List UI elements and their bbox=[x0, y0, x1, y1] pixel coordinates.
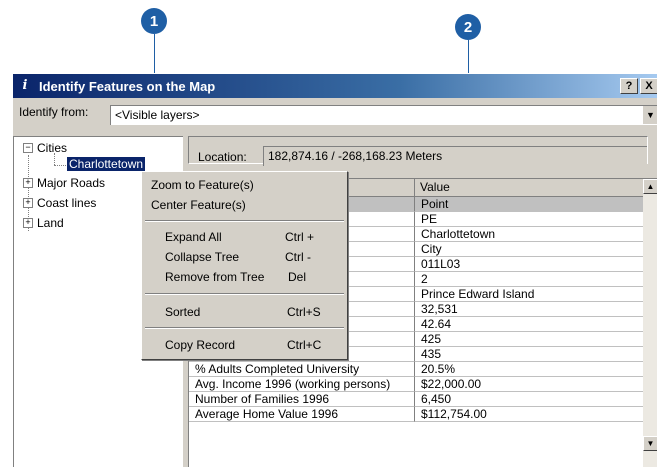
menu-separator bbox=[145, 220, 344, 222]
menu-item-remove-from-tree[interactable]: Remove from Tree Del bbox=[143, 267, 346, 287]
tree-item-label: Charlottetown bbox=[67, 157, 146, 171]
menu-item-shortcut: Ctrl - bbox=[285, 250, 311, 264]
value-cell: 011L03 bbox=[415, 257, 644, 272]
menu-item-sorted[interactable]: Sorted Ctrl+S bbox=[143, 302, 346, 322]
value-cell: PE bbox=[415, 212, 644, 227]
menu-item-shortcut: Del bbox=[288, 270, 307, 284]
field-cell: Average Home Value 1996 bbox=[189, 407, 415, 422]
help-button[interactable]: ? bbox=[620, 78, 638, 94]
tree-item-cities[interactable]: − Cities bbox=[23, 141, 67, 155]
identify-from-label: Identify from: bbox=[19, 105, 89, 119]
value-cell: $112,754.00 bbox=[415, 407, 644, 422]
menu-item-label: Zoom to Feature(s) bbox=[151, 178, 254, 192]
tree-item-coast-lines[interactable]: + Coast lines bbox=[23, 196, 96, 210]
menu-item-label: Collapse Tree bbox=[165, 250, 240, 264]
menu-item-shortcut: Ctrl+C bbox=[287, 338, 322, 352]
value-cell: 2 bbox=[415, 272, 644, 287]
field-cell: % Adults Completed University bbox=[189, 362, 415, 377]
location-label: Location: bbox=[198, 150, 247, 164]
value-column-header[interactable]: Value bbox=[415, 179, 644, 197]
field-cell: Number of Families 1996 bbox=[189, 392, 415, 407]
menu-item-shortcut: Ctrl + bbox=[285, 230, 315, 244]
window-title: Identify Features on the Map bbox=[39, 78, 216, 94]
menu-item-collapse-tree[interactable]: Collapse Tree Ctrl - bbox=[143, 247, 346, 267]
collapse-icon[interactable]: − bbox=[23, 143, 33, 153]
identify-from-value: <Visible layers> bbox=[115, 108, 200, 122]
menu-item-label: Expand All bbox=[165, 230, 222, 244]
tree-item-label: Land bbox=[37, 216, 64, 230]
expand-icon[interactable]: + bbox=[23, 178, 33, 188]
value-cell: City bbox=[415, 242, 644, 257]
menu-item-label: Remove from Tree bbox=[165, 270, 265, 284]
table-row[interactable]: Average Home Value 1996 $112,754.00 bbox=[189, 407, 644, 422]
menu-separator bbox=[145, 293, 344, 295]
tree-item-land[interactable]: + Land bbox=[23, 216, 64, 230]
menu-item-label: Center Feature(s) bbox=[151, 198, 246, 212]
tree-item-charlottetown[interactable]: Charlottetown bbox=[67, 157, 146, 171]
menu-item-zoom-to-features[interactable]: Zoom to Feature(s) bbox=[143, 175, 346, 195]
menu-item-expand-all[interactable]: Expand All Ctrl + bbox=[143, 227, 346, 247]
value-cell: 42.64 bbox=[415, 317, 644, 332]
vertical-scrollbar[interactable]: ▲ ▼ bbox=[643, 179, 657, 467]
callout-1: 1 bbox=[141, 8, 167, 34]
value-cell: 32,531 bbox=[415, 302, 644, 317]
expand-icon[interactable]: + bbox=[23, 218, 33, 228]
value-cell: 6,450 bbox=[415, 392, 644, 407]
expand-icon[interactable]: + bbox=[23, 198, 33, 208]
tree-line bbox=[54, 165, 66, 166]
value-cell: Point bbox=[415, 197, 644, 212]
tree-item-label: Major Roads bbox=[37, 176, 106, 190]
value-cell: 425 bbox=[415, 332, 644, 347]
value-cell: 20.5% bbox=[415, 362, 644, 377]
close-button[interactable]: X bbox=[640, 78, 657, 94]
table-row[interactable]: Number of Families 1996 6,450 bbox=[189, 392, 644, 407]
value-cell: 435 bbox=[415, 347, 644, 362]
tree-item-label: Coast lines bbox=[37, 196, 97, 210]
menu-separator bbox=[145, 327, 344, 329]
tree-item-major-roads[interactable]: + Major Roads bbox=[23, 176, 105, 190]
info-icon: i bbox=[22, 78, 28, 93]
identify-from-row: Identify from: bbox=[19, 105, 88, 119]
field-cell: Avg. Income 1996 (working persons) bbox=[189, 377, 415, 392]
value-cell: $22,000.00 bbox=[415, 377, 644, 392]
context-menu: Zoom to Feature(s) Center Feature(s) Exp… bbox=[141, 171, 348, 360]
identify-from-dropdown[interactable]: <Visible layers> ▼ bbox=[110, 105, 657, 125]
title-bar: i Identify Features on the Map ? X bbox=[13, 74, 657, 98]
value-cell: Charlottetown bbox=[415, 227, 644, 242]
table-row[interactable]: % Adults Completed University 20.5% bbox=[189, 362, 644, 377]
menu-item-copy-record[interactable]: Copy Record Ctrl+C bbox=[143, 335, 346, 355]
menu-item-shortcut: Ctrl+S bbox=[287, 305, 321, 319]
chevron-down-icon[interactable]: ▼ bbox=[642, 106, 657, 124]
callout-2: 2 bbox=[455, 14, 481, 40]
table-row[interactable]: Avg. Income 1996 (working persons) $22,00… bbox=[189, 377, 644, 392]
tree-item-label: Cities bbox=[37, 141, 68, 155]
menu-item-label: Sorted bbox=[165, 305, 201, 319]
scroll-up-icon[interactable]: ▲ bbox=[643, 179, 657, 194]
value-cell: Prince Edward Island bbox=[415, 287, 644, 302]
menu-item-label: Copy Record bbox=[165, 338, 236, 352]
scroll-down-icon[interactable]: ▼ bbox=[643, 436, 657, 451]
location-value: 182,874.16 / -268,168.23 Meters bbox=[263, 146, 647, 166]
menu-item-center-features[interactable]: Center Feature(s) bbox=[143, 195, 346, 215]
